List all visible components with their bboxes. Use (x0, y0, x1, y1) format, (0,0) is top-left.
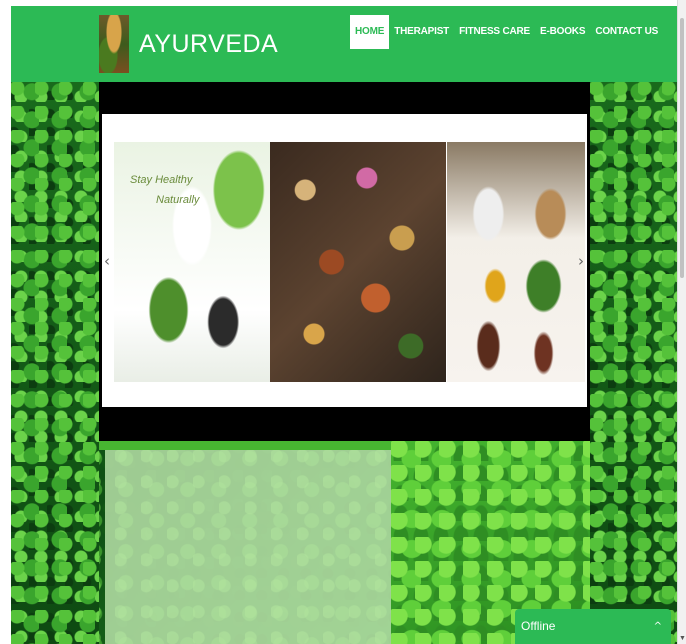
window-left-edge (0, 0, 11, 644)
chevron-right-icon[interactable]: › (578, 252, 584, 270)
scrollbar-thumb[interactable] (680, 18, 684, 278)
slide-image-mortar (447, 142, 585, 382)
slide-image-herbs: Stay Healthy Naturally (114, 142, 270, 382)
chevron-up-icon[interactable]: ^ (654, 621, 662, 632)
slide-image-spices (270, 142, 446, 382)
slide: Stay Healthy Naturally ‹ › (102, 114, 587, 407)
clover-background-right (590, 82, 677, 644)
nav-therapist[interactable]: THERAPIST (389, 15, 454, 49)
nav-fitness-care[interactable]: FITNESS CARE (454, 15, 535, 49)
slide-caption-line1: Stay Healthy (130, 174, 193, 186)
site-logo-text[interactable]: AYURVEDA (139, 30, 278, 59)
nav-e-books[interactable]: E-BOOKS (535, 15, 590, 49)
nav-contact-us[interactable]: CONTACT US (590, 15, 663, 49)
image-slider: Stay Healthy Naturally ‹ › (99, 82, 590, 441)
chat-status: Offline (521, 619, 556, 633)
slide-caption: Stay Healthy Naturally (130, 170, 200, 210)
nav-home[interactable]: HOME (350, 15, 390, 49)
content-card (105, 450, 391, 644)
main-nav: HOME THERAPIST FITNESS CARE E-BOOKS CONT… (350, 15, 663, 49)
site-header: AYURVEDA HOME THERAPIST FITNESS CARE E-B… (11, 6, 677, 82)
page: AYURVEDA HOME THERAPIST FITNESS CARE E-B… (11, 6, 677, 644)
logo-image[interactable] (99, 15, 129, 73)
chat-widget[interactable]: Offline ^ (515, 609, 671, 644)
slide-caption-line2: Naturally (156, 194, 200, 206)
scroll-down-icon[interactable]: ▼ (679, 635, 686, 642)
chevron-left-icon[interactable]: ‹ (104, 252, 110, 270)
clover-background-left (11, 82, 99, 644)
vertical-scrollbar[interactable]: ▼ (677, 0, 686, 644)
